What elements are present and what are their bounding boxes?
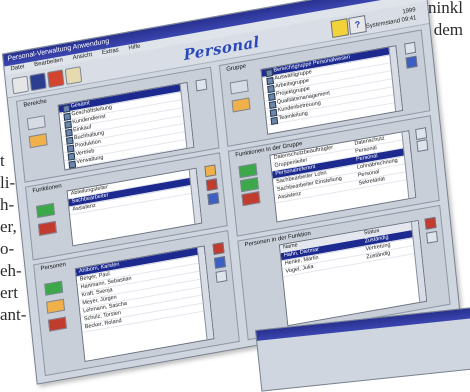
info-icon[interactable] [214,256,226,269]
info-icon[interactable] [405,55,418,69]
page-text-line: ant- [0,305,27,324]
personen-list[interactable]: Ahlborn, Karsten Berger, Paul Hartmann, … [74,245,215,363]
folder-icon[interactable] [204,164,217,178]
edit-person-icon[interactable] [46,298,66,314]
lightbulb-icon[interactable] [330,18,350,39]
funktionen-label: Funktionen [32,183,63,195]
remove-icon[interactable] [205,178,218,192]
status-date: 1999 Systemstand 09:41 [365,6,417,31]
personen-label: Personen [40,261,67,273]
edit-button[interactable] [28,133,48,149]
move-right-icon[interactable] [239,177,259,193]
chart-tool-icon[interactable] [11,75,30,95]
add-icon[interactable] [36,202,56,219]
gruppe-list[interactable]: Bereichsgruppe Personalwesen Auswahlgrup… [260,45,404,135]
gruppe-label: Gruppe [226,63,247,73]
bereiche-label: Bereiche [23,98,48,109]
group-tool-icon[interactable] [47,69,65,89]
down-arrow-icon[interactable] [416,139,429,152]
info-icon[interactable] [207,192,220,206]
down-arrow-icon[interactable] [26,115,46,131]
scrollbar[interactable] [410,221,427,302]
down-arrow-icon[interactable] [229,79,249,95]
delete-icon[interactable] [37,220,57,236]
document-tool-icon[interactable] [64,66,83,85]
print-icon[interactable] [426,230,439,244]
people-tool-icon[interactable] [29,72,47,92]
up-arrow-icon[interactable] [415,127,428,141]
delete-icon[interactable] [241,191,261,207]
remove-icon[interactable] [212,242,225,255]
scrollbar[interactable] [188,168,202,224]
funktionen-list[interactable]: Abteilungsleiter Sachbearbeiter Assisten… [66,167,203,247]
add-person-icon[interactable] [44,280,64,296]
add-icon[interactable] [238,163,258,179]
delete-person-icon[interactable] [47,316,67,332]
print-icon[interactable] [404,41,417,55]
bereiche-list[interactable]: Gesamt Geschäftsleitung Kundendienst Ein… [57,81,195,171]
edit-button[interactable] [231,97,251,113]
print-icon[interactable] [215,269,228,283]
remove-icon[interactable] [424,216,437,230]
print-icon[interactable] [195,78,208,92]
